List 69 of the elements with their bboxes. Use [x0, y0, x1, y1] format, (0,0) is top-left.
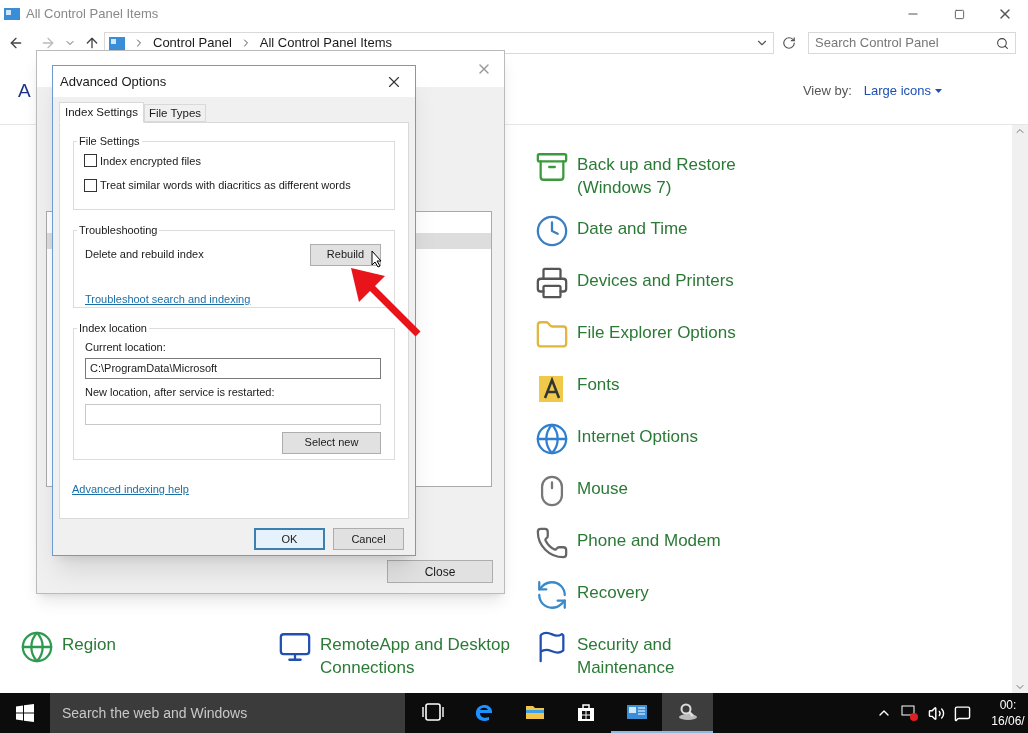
- dialog-button[interactable]: OK: [254, 528, 325, 550]
- dialog-button[interactable]: Cancel: [333, 528, 404, 550]
- applet-link[interactable]: Devices and Printers: [577, 266, 767, 292]
- group-title: Troubleshooting: [78, 223, 159, 238]
- breadcrumb-item[interactable]: Control Panel: [153, 33, 232, 53]
- search-field[interactable]: Search Control Panel: [808, 32, 1016, 54]
- clock-time[interactable]: 00:: [999, 697, 1017, 713]
- applet-link[interactable]: Region: [62, 630, 252, 656]
- new-location-field[interactable]: [85, 403, 381, 425]
- region-icon[interactable]: [20, 630, 54, 664]
- backup-icon[interactable]: [535, 150, 569, 184]
- breadcrumb-item[interactable]: All Control Panel Items: [259, 33, 392, 53]
- phone-icon[interactable]: [535, 526, 569, 560]
- notifications-icon[interactable]: [954, 704, 971, 722]
- checkbox-label[interactable]: Treat similar words with diacritics as different words: [100, 177, 351, 194]
- group-title: Index location: [78, 321, 148, 336]
- maximize-icon: [953, 8, 965, 20]
- applet-link[interactable]: Mouse: [577, 474, 767, 500]
- tab[interactable]: File Types: [143, 104, 207, 122]
- remote-icon[interactable]: [278, 630, 312, 664]
- page-heading: A: [18, 78, 31, 103]
- select-new-button[interactable]: Select new: [282, 431, 381, 454]
- clock-icon[interactable]: [535, 214, 569, 248]
- applet-link[interactable]: Phone and Modem: [577, 526, 767, 552]
- mouse-cursor-icon: [371, 250, 382, 268]
- volume-icon[interactable]: [928, 704, 945, 722]
- group-title: File Settings: [78, 134, 141, 149]
- applet-link[interactable]: File Explorer Options: [577, 318, 767, 344]
- applet-link[interactable]: Internet Options: [577, 422, 767, 448]
- network-icon[interactable]: [901, 705, 919, 721]
- view-by-label: View by:: [802, 82, 852, 101]
- control-panel-icon: [4, 7, 20, 21]
- applet-link[interactable]: Date and Time: [577, 214, 767, 240]
- refresh-icon[interactable]: [782, 36, 796, 50]
- applet-link[interactable]: Back up and Restore (Windows 7): [577, 150, 767, 199]
- up-icon[interactable]: [84, 35, 100, 51]
- view-by-dropdown[interactable]: Large icons: [863, 81, 942, 101]
- start-icon[interactable]: [16, 704, 34, 722]
- rebuild-button[interactable]: Rebuild: [310, 243, 381, 266]
- recovery-icon[interactable]: [535, 578, 569, 612]
- help-link[interactable]: Advanced indexing help: [72, 481, 189, 498]
- printer-icon[interactable]: [535, 266, 569, 300]
- caret-icon: [935, 89, 942, 93]
- applet-link[interactable]: Fonts: [577, 370, 767, 396]
- search-icon: [996, 36, 1009, 50]
- description-text: Delete and rebuild index: [85, 247, 204, 263]
- tab[interactable]: Index Settings: [59, 102, 144, 123]
- globe-icon[interactable]: [535, 422, 569, 456]
- dialog-title: Advanced Options: [60, 72, 167, 91]
- applet-link[interactable]: Recovery: [577, 578, 767, 604]
- search-indexing-icon: [676, 701, 699, 723]
- field-label: New location, after service is restarted:: [85, 385, 276, 400]
- taskbar-button[interactable]: [662, 693, 713, 733]
- clock-date[interactable]: 16/06/: [991, 713, 1025, 729]
- control-panel-icon: [109, 36, 125, 50]
- checkbox[interactable]: [84, 178, 97, 192]
- applet-link[interactable]: Security and Maintenance: [577, 630, 767, 679]
- troubleshoot-link[interactable]: Troubleshoot search and indexing: [85, 290, 251, 307]
- checkbox-label[interactable]: Index encrypted files: [100, 152, 201, 169]
- back-icon[interactable]: [8, 35, 24, 51]
- checkbox[interactable]: [84, 154, 97, 168]
- task-view-icon: [421, 701, 444, 723]
- field-label: Current location:: [85, 339, 167, 355]
- window-title: All Control Panel Items: [26, 5, 159, 24]
- current-location-field[interactable]: C:\ProgramData\Microsoft: [85, 358, 381, 379]
- applet-link[interactable]: RemoteApp and Desktop Connections: [320, 630, 510, 679]
- arrow-drawing: [351, 268, 421, 337]
- close-button[interactable]: Close: [387, 560, 493, 583]
- taskbar-search-field[interactable]: Search the web and Windows: [50, 693, 405, 733]
